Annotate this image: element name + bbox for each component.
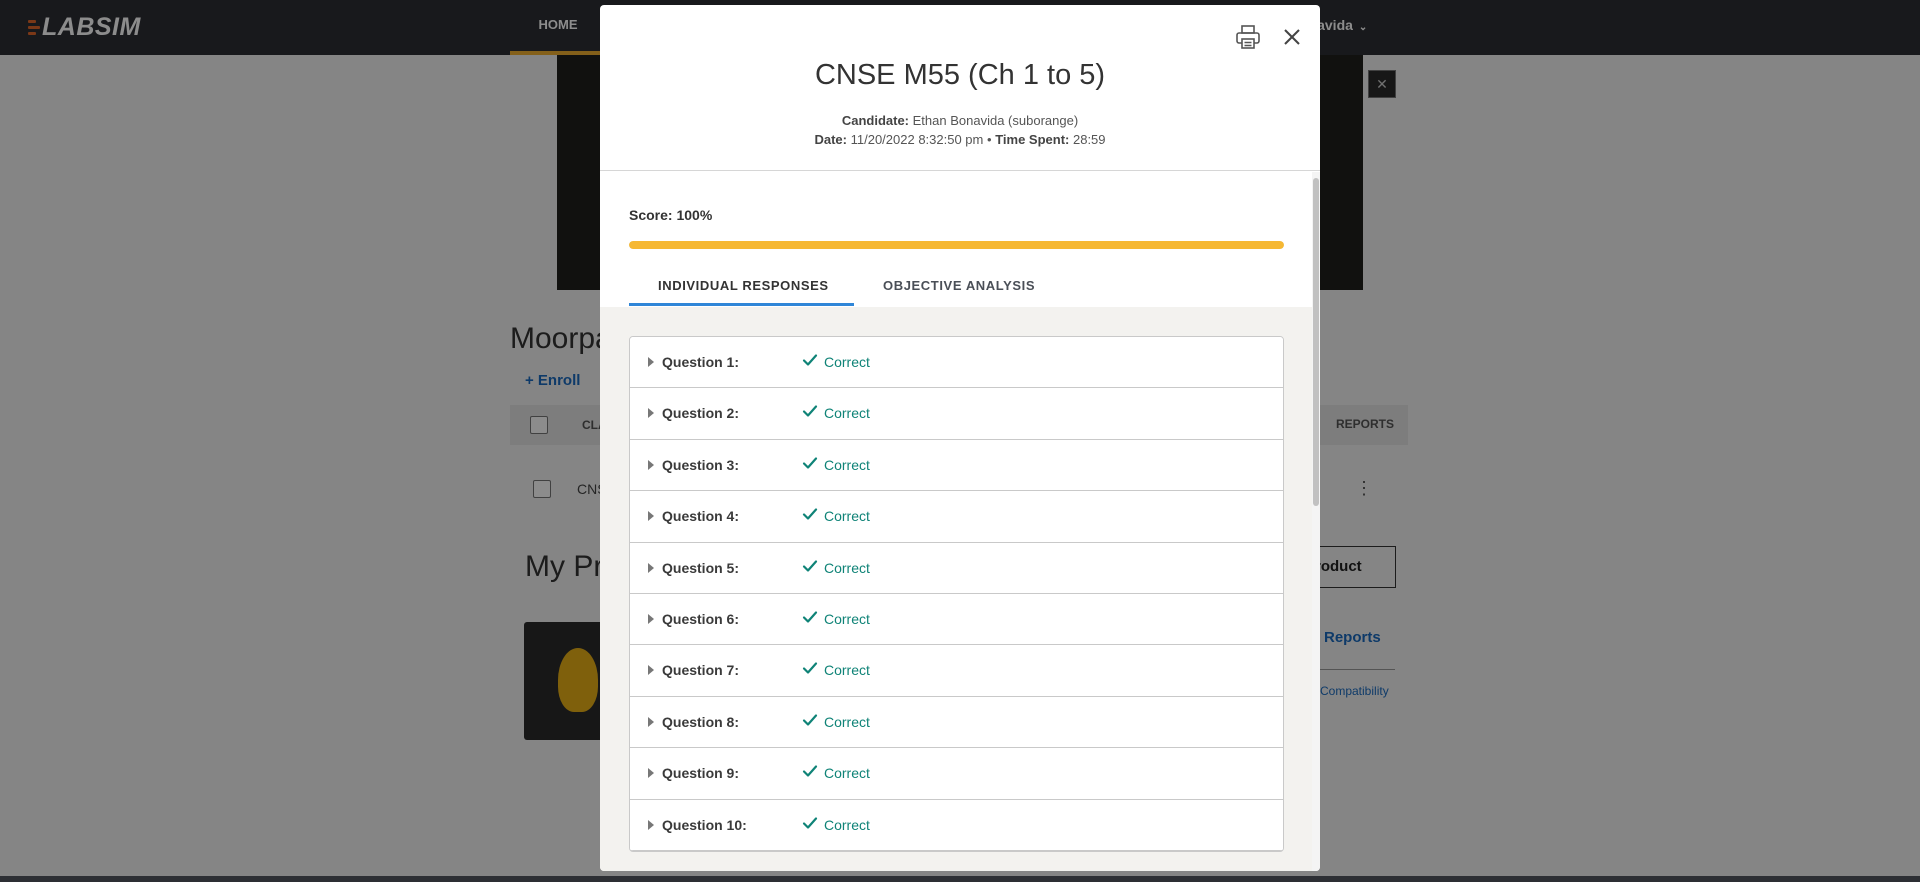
- question-row[interactable]: Question 4: Correct: [630, 491, 1283, 543]
- question-row[interactable]: Question 2: Correct: [630, 388, 1283, 440]
- question-row[interactable]: Question 5: Correct: [630, 542, 1283, 594]
- question-status: Correct: [824, 456, 870, 473]
- caret-right-icon[interactable]: [648, 408, 654, 419]
- candidate-line: Candidate: Ethan Bonavida (suborange): [600, 113, 1320, 128]
- question-status: Correct: [824, 354, 870, 370]
- caret-right-icon[interactable]: [648, 768, 654, 779]
- question-status: Correct: [824, 662, 870, 679]
- date-label: Date:: [814, 132, 847, 147]
- modal-scrollbar[interactable]: [1312, 172, 1320, 871]
- date-line: Date: 11/20/2022 8:32:50 pm • Time Spent…: [600, 132, 1320, 147]
- responses-panel: Question 1: Correct Question 2: Correct Ques…: [600, 307, 1312, 871]
- question-label: Question 10:: [662, 816, 747, 833]
- question-status: Correct: [824, 765, 870, 782]
- checkmark-icon: [802, 457, 818, 469]
- caret-right-icon[interactable]: [648, 665, 654, 676]
- caret-right-icon[interactable]: [648, 511, 654, 522]
- question-label: Question 9:: [662, 765, 740, 782]
- question-row[interactable]: Question 7: Correct: [630, 645, 1283, 697]
- caret-right-icon[interactable]: [648, 613, 654, 624]
- question-row[interactable]: Question 10: Correct: [630, 799, 1283, 851]
- question-label: Question 6:: [662, 610, 740, 627]
- question-status: Correct: [824, 559, 870, 576]
- exam-title: CNSE M55 (Ch 1 to 5): [814, 59, 1106, 91]
- question-row[interactable]: Question 8: Correct: [630, 696, 1283, 749]
- date-value: 11/20/2022 8:32:50 pm: [850, 132, 984, 147]
- exam-results-modal: CNSE M55 (Ch 1 to 5) Candidate: Ethan Bo…: [600, 5, 1320, 871]
- caret-right-icon[interactable]: [648, 459, 654, 470]
- question-status: Correct: [824, 508, 870, 525]
- checkmark-icon: [802, 354, 818, 366]
- question-label: Question 5:: [662, 559, 740, 576]
- modal-body[interactable]: Score: 100% INDIVIDUAL RESPONSES OBJECTI…: [600, 172, 1312, 871]
- printer-icon: [1236, 25, 1260, 49]
- time-spent-label: Time Spent:: [995, 132, 1070, 147]
- checkmark-icon: [802, 611, 818, 623]
- checkmark-icon: [802, 662, 818, 674]
- question-status: Correct: [824, 405, 870, 422]
- question-row[interactable]: Question 3: Correct: [630, 439, 1283, 492]
- question-list: Question 1: Correct Question 2: Correct Ques…: [629, 336, 1284, 852]
- question-label: Question 2:: [662, 405, 740, 422]
- question-row[interactable]: Question 1: Correct: [630, 337, 1283, 389]
- caret-right-icon[interactable]: [648, 562, 654, 573]
- print-button[interactable]: [1234, 23, 1262, 51]
- caret-right-icon[interactable]: [648, 716, 654, 727]
- question-status: Correct: [824, 816, 870, 833]
- modal-header: CNSE M55 (Ch 1 to 5) Candidate: Ethan Bo…: [600, 5, 1320, 171]
- close-button[interactable]: [1278, 23, 1306, 51]
- bottom-strip: [0, 876, 1920, 882]
- checkmark-icon: [802, 714, 818, 726]
- candidate-label: Candidate:: [841, 113, 910, 128]
- tab-individual-responses[interactable]: INDIVIDUAL RESPONSES: [658, 278, 829, 293]
- close-icon: [1284, 29, 1300, 45]
- question-row[interactable]: Question 6: Correct: [630, 593, 1283, 646]
- question-label: Question 4:: [662, 508, 740, 525]
- candidate-value: Ethan Bonavida (suborange): [912, 113, 1079, 128]
- question-label: Question 3:: [662, 456, 740, 473]
- question-row[interactable]: Question 9: Correct: [630, 748, 1283, 800]
- checkmark-icon: [802, 559, 818, 572]
- checkmark-icon: [802, 405, 818, 417]
- checkmark-icon: [802, 816, 818, 829]
- checkmark-icon: [802, 765, 818, 777]
- checkmark-icon: [802, 508, 818, 520]
- scrollbar-thumb[interactable]: [1313, 178, 1319, 506]
- score-progress-bar: [629, 241, 1284, 249]
- score-progress-fill: [629, 241, 1284, 249]
- tab-objective-analysis[interactable]: OBJECTIVE ANALYSIS: [883, 278, 1035, 293]
- question-label: Question 1:: [662, 354, 740, 370]
- time-spent-value: 28:59: [1072, 132, 1106, 147]
- caret-right-icon[interactable]: [648, 357, 654, 367]
- question-status: Correct: [824, 610, 870, 627]
- separator: •: [987, 132, 992, 147]
- question-label: Question 8:: [662, 713, 740, 730]
- question-status: Correct: [824, 713, 870, 730]
- question-label: Question 7:: [662, 662, 740, 679]
- active-tab-indicator: [629, 303, 854, 306]
- caret-right-icon[interactable]: [648, 819, 654, 830]
- score-label: Score: 100%: [629, 207, 713, 223]
